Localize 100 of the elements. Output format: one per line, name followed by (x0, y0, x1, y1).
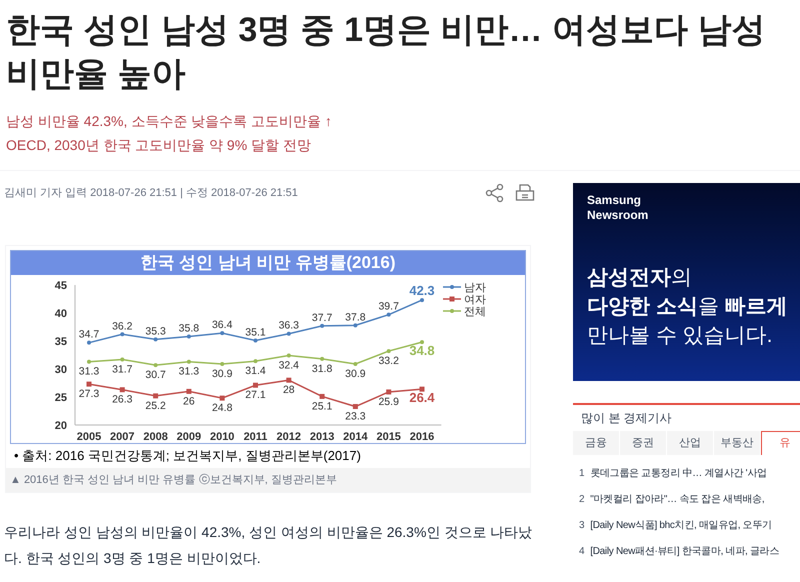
x-tick-label: 2005 (76, 431, 102, 443)
data-point (254, 359, 258, 364)
ad-text: 만나볼 수 있습니다. (587, 323, 774, 349)
legend-label: 전체 (464, 306, 486, 318)
data-point (386, 389, 392, 394)
rank-number: 4 (579, 545, 584, 559)
data-label: 26 (183, 395, 195, 408)
x-tick-label: 2009 (176, 431, 202, 443)
y-tick-label: 30 (54, 364, 67, 376)
data-label: 32.4 (278, 360, 300, 372)
data-point (186, 360, 191, 364)
data-point (154, 363, 158, 368)
data-point (220, 362, 224, 366)
data-label: 30.7 (145, 369, 166, 382)
data-point (154, 337, 158, 342)
y-tick-label: 25 (54, 392, 67, 404)
x-tick-label: 2012 (276, 431, 302, 443)
data-label: 26.3 (112, 394, 133, 406)
data-label: 37.7 (312, 312, 332, 324)
data-point (386, 312, 391, 317)
data-label: 27.3 (78, 388, 100, 400)
data-point (386, 349, 391, 354)
subheadline: OECD, 2030년 한국 고도비만율 약 9% 달할 전망 (6, 136, 312, 155)
data-point (286, 378, 292, 383)
data-label: 31.3 (178, 366, 200, 378)
data-label: 36.2 (112, 320, 133, 332)
data-label: 31.4 (245, 365, 266, 378)
data-point (286, 332, 291, 336)
data-label: 25.2 (145, 400, 166, 412)
data-label: 35.3 (145, 325, 166, 338)
data-label: 34.7 (78, 328, 100, 341)
data-label: 26.4 (409, 390, 435, 406)
data-label: 30.9 (212, 368, 232, 380)
x-tick-label: 2014 (343, 431, 368, 443)
category-tab[interactable]: 유 (761, 431, 800, 455)
data-point (352, 404, 358, 410)
data-label: 35.1 (245, 326, 266, 338)
y-tick-label: 40 (54, 308, 67, 320)
section-title: 많이 본 경제기사 (580, 410, 673, 427)
x-tick-label: 2007 (110, 431, 135, 443)
data-label: 37.8 (345, 311, 366, 324)
data-label: 31.8 (312, 362, 332, 375)
legend-label: 여자 (464, 294, 486, 306)
rank-number: 3 (579, 519, 584, 533)
data-label: 25.9 (378, 396, 399, 408)
data-point (120, 332, 124, 336)
chart-title: 한국 성인 남녀 비만 유병률(2016) (11, 251, 525, 275)
data-label: 24.8 (212, 402, 232, 414)
data-label: 31.7 (112, 363, 133, 376)
share-icon[interactable] (485, 183, 505, 203)
brand-text: Newsroom (587, 208, 650, 223)
category-tab[interactable]: 산업 (667, 431, 714, 455)
data-point (420, 340, 424, 344)
x-tick-label: 2008 (143, 431, 168, 443)
data-point (353, 362, 358, 366)
byline: 김새미 기자 입력 2018-07-26 21:51 | 수정 2018-07-26 21:51 (4, 186, 298, 201)
print-icon[interactable] (515, 183, 535, 203)
data-label: 30.9 (345, 368, 366, 380)
data-label: 36.3 (278, 320, 300, 332)
legend-label: 남자 (464, 282, 486, 294)
data-point (286, 354, 291, 358)
data-label: 39.7 (378, 300, 399, 313)
y-tick-label: 35 (54, 336, 67, 348)
data-label: 28 (282, 384, 295, 396)
article-link[interactable]: [Daily New식품] bhc치킨, 매일유업, 오뚜기 (590, 517, 772, 535)
data-label: 35.8 (178, 322, 200, 335)
x-tick-label: 2013 (310, 431, 334, 443)
subheadline: 남성 비만율 42.3%, 소득수준 낮을수록 고도비만율 ↑ (6, 112, 333, 131)
legend-key (443, 309, 461, 313)
article-paragraph: 우리나라 성인 남성의 비만율이 42.3%, 성인 여성의 비만율은 26.3%인 것으로 나타났다. 한국 성인의 3명 중 1명은 비만이었다. (4, 523, 534, 568)
data-label: 31.3 (78, 366, 100, 378)
image-caption: ▲ 2016년 한국 성인 남녀 비만 유병률 ⓒ보건복지부, 질병관리본부 (6, 468, 530, 492)
x-tick-label: 2010 (210, 431, 234, 443)
data-label: 23.3 (345, 410, 366, 423)
data-label: 33.2 (378, 355, 399, 368)
data-point (86, 382, 92, 387)
data-point (220, 331, 224, 336)
data-point (254, 338, 258, 342)
data-label: 25.1 (312, 400, 332, 412)
article-link[interactable]: [Daily New패션·뷰티] 한국콜마, 네파, 글라스 (590, 543, 780, 561)
rank-number: 1 (579, 467, 584, 481)
data-point (320, 394, 325, 399)
category-tab[interactable]: 금융 (573, 431, 620, 455)
ad-banner[interactable]: Samsung Newsroom 삼성전자의 다양한 소식을 빠르게 만나볼 수 있습니다. (573, 183, 800, 381)
legend-key (443, 296, 461, 302)
data-label: 36.4 (212, 319, 232, 332)
data-point (220, 396, 225, 401)
data-point (320, 324, 324, 328)
x-tick-label: 2011 (244, 431, 268, 443)
brand-text: Samsung (587, 193, 642, 208)
data-point (186, 388, 192, 394)
article-link[interactable]: "마켓컬리 잡아라"… 속도 잡은 새벽배송, (590, 491, 764, 509)
data-point (186, 334, 191, 339)
data-point (420, 298, 424, 302)
data-point (420, 386, 424, 392)
category-tab[interactable]: 증권 (620, 431, 667, 455)
y-tick-label: 20 (54, 420, 67, 432)
article-link[interactable]: 롯데그룹은 교통정리 中… 계열사간 '사업 (590, 465, 767, 483)
y-tick-label: 45 (54, 280, 67, 292)
headline: 비만율 높아 (6, 54, 186, 95)
